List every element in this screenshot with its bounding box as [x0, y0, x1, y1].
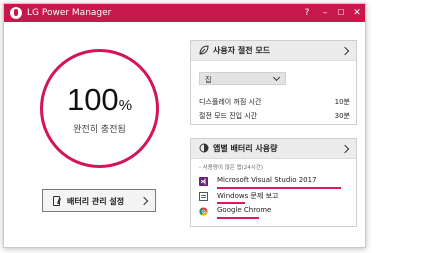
battery-level-ring: 100% 완전히 충전됨	[40, 49, 159, 168]
sleep-label: 절전 모드 진입 시간	[199, 112, 258, 120]
app-usage-item[interactable]: Google Chrome	[199, 206, 344, 220]
app-usage-subtitle: - 사용량이 많은 앱(24시간)	[199, 165, 264, 171]
app-name: Windows 문제 보고	[217, 192, 279, 200]
minimize-button[interactable]: –	[318, 6, 332, 20]
app-usage-bar	[217, 187, 341, 189]
app-name: Microsoft Visual Studio 2017	[217, 176, 317, 184]
help-button[interactable]: ?	[300, 6, 314, 20]
app-name: Google Chrome	[217, 206, 272, 214]
visual-studio-icon	[199, 177, 208, 186]
power-mode-header[interactable]: 사용자 절전 모드	[191, 41, 356, 61]
app-window: LG Power Manager ? – ☐ ✕ 100% 완전히 충전됨 배터…	[3, 3, 366, 248]
battery-charge-icon	[53, 196, 60, 206]
power-mode-select[interactable]: 집	[199, 72, 286, 85]
power-mode-title: 사용자 절전 모드	[213, 46, 271, 55]
battery-settings-button[interactable]: 배터리 관리 설정	[42, 189, 156, 212]
app-usage-bar	[217, 217, 259, 219]
sleep-row: 절전 모드 진입 시간 30분	[199, 111, 350, 121]
title-bar[interactable]: LG Power Manager ? – ☐ ✕	[4, 4, 365, 22]
windows-error-report-icon	[199, 192, 208, 201]
window-title: LG Power Manager	[27, 8, 112, 18]
lg-power-icon	[10, 7, 22, 19]
close-button[interactable]: ✕	[350, 6, 364, 20]
battery-percent: 100%	[43, 82, 156, 118]
app-usage-item[interactable]: Windows 문제 보고	[199, 191, 344, 205]
app-usage-title: 앱별 배터리 사용량	[213, 144, 278, 153]
chevron-right-icon	[139, 196, 149, 206]
restore-button[interactable]: ☐	[334, 6, 348, 20]
pie-chart-icon	[199, 143, 209, 153]
display-off-row: 디스플레이 꺼짐 시간 10분	[199, 97, 350, 107]
app-usage-bar	[217, 202, 245, 204]
display-off-label: 디스플레이 꺼짐 시간	[199, 98, 262, 106]
display-off-value: 10분	[334, 98, 350, 106]
battery-percent-symbol: %	[118, 97, 133, 114]
chevron-right-icon	[340, 144, 350, 154]
power-mode-selected: 집	[205, 76, 212, 84]
battery-status: 완전히 충전됨	[73, 125, 126, 135]
sleep-value: 30분	[334, 112, 350, 120]
chevron-down-icon	[272, 73, 281, 82]
battery-percent-value: 100	[66, 82, 119, 117]
battery-settings-label: 배터리 관리 설정	[67, 197, 125, 206]
power-mode-panel: 사용자 절전 모드 집 디스플레이 꺼짐 시간 10분 절전 모드 진입 시간 …	[190, 40, 357, 125]
leaf-icon	[199, 45, 209, 55]
chrome-icon	[199, 207, 208, 216]
app-usage-panel: 앱별 배터리 사용량 - 사용량이 많은 앱(24시간) Microsoft V…	[190, 138, 357, 227]
app-usage-header[interactable]: 앱별 배터리 사용량	[191, 139, 356, 159]
chevron-right-icon	[340, 46, 350, 56]
app-usage-item[interactable]: Microsoft Visual Studio 2017	[199, 176, 344, 190]
